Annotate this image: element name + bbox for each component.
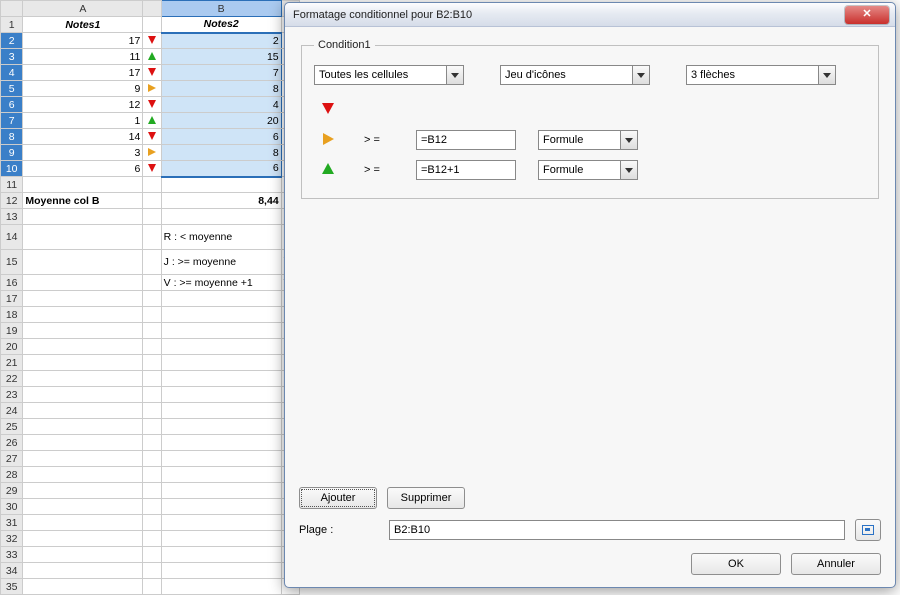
row-header[interactable]: 3 <box>1 49 23 65</box>
cell[interactable]: 4 <box>161 97 281 113</box>
arrow-right-icon <box>143 145 161 161</box>
col-header-Aicon[interactable] <box>143 1 161 17</box>
cell[interactable]: 6 <box>23 161 143 177</box>
style-select[interactable]: Jeu d'icônes <box>500 65 650 85</box>
row-header[interactable]: 6 <box>1 97 23 113</box>
row-header[interactable]: 9 <box>1 145 23 161</box>
arrow-down-icon <box>143 97 161 113</box>
cell[interactable]: 1 <box>23 113 143 129</box>
operator-label: > = <box>364 164 394 176</box>
row-header[interactable]: 4 <box>1 65 23 81</box>
cell[interactable]: 11 <box>23 49 143 65</box>
dialog-titlebar[interactable]: Formatage conditionnel pour B2:B10 ✕ <box>285 3 895 27</box>
row-header[interactable]: 2 <box>1 33 23 49</box>
cell[interactable]: 8 <box>161 81 281 97</box>
avg-value[interactable]: 8,44 <box>161 193 281 209</box>
iconset-select[interactable]: 3 flèches <box>686 65 836 85</box>
cell[interactable]: 6 <box>161 161 281 177</box>
cell[interactable]: 7 <box>161 65 281 81</box>
col-header-B[interactable]: B <box>161 1 281 17</box>
close-icon[interactable]: ✕ <box>845 6 889 24</box>
type2-select[interactable]: Formule <box>538 160 638 180</box>
condition-legend: Condition1 <box>314 39 375 51</box>
arrow-up-icon <box>314 163 342 177</box>
condition-group: Condition1 Toutes les cellules Jeu d'icô… <box>301 39 879 199</box>
add-button[interactable]: Ajouter <box>299 487 377 509</box>
range-label: Plage : <box>299 524 379 536</box>
cell[interactable]: 20 <box>161 113 281 129</box>
corner-cell[interactable] <box>1 1 23 17</box>
arrow-up-icon <box>143 113 161 129</box>
arrow-down-icon <box>143 65 161 81</box>
conditional-format-dialog: Formatage conditionnel pour B2:B10 ✕ Con… <box>284 2 896 588</box>
row-header[interactable]: 10 <box>1 161 23 177</box>
legend-J[interactable]: J : >= moyenne <box>161 250 281 275</box>
row-header[interactable]: 5 <box>1 81 23 97</box>
cell[interactable]: 12 <box>23 97 143 113</box>
arrow-down-icon <box>143 129 161 145</box>
arrow-down-icon <box>143 161 161 177</box>
cell[interactable]: 15 <box>161 49 281 65</box>
operator-label: > = <box>364 134 394 146</box>
cell[interactable]: 14 <box>23 129 143 145</box>
threshold2-input[interactable] <box>416 160 516 180</box>
range-input[interactable] <box>389 520 845 540</box>
arrow-down-icon <box>143 33 161 49</box>
legend-R[interactable]: R : < moyenne <box>161 225 281 250</box>
arrow-right-icon <box>143 81 161 97</box>
cancel-button[interactable]: Annuler <box>791 553 881 575</box>
threshold1-input[interactable] <box>416 130 516 150</box>
arrow-up-icon <box>143 49 161 65</box>
row-header[interactable]: 8 <box>1 129 23 145</box>
spreadsheet-grid: A B 1 Notes1 Notes2 21723111541775986124… <box>0 0 300 595</box>
row-header[interactable]: 1 <box>1 17 23 33</box>
scope-select[interactable]: Toutes les cellules <box>314 65 464 85</box>
cell[interactable]: 2 <box>161 33 281 49</box>
cell[interactable]: 17 <box>23 65 143 81</box>
row-header[interactable]: 7 <box>1 113 23 129</box>
avg-label[interactable]: Moyenne col B <box>23 193 143 209</box>
cell[interactable]: 3 <box>23 145 143 161</box>
delete-button[interactable]: Supprimer <box>387 487 465 509</box>
arrow-right-icon <box>314 133 342 148</box>
cell[interactable]: Notes1 <box>23 17 143 33</box>
cell[interactable]: 9 <box>23 81 143 97</box>
collapse-dialog-icon[interactable] <box>855 519 881 541</box>
arrow-down-icon <box>314 103 342 117</box>
cell[interactable]: 17 <box>23 33 143 49</box>
legend-V[interactable]: V : >= moyenne +1 <box>161 275 281 291</box>
ok-button[interactable]: OK <box>691 553 781 575</box>
dialog-title: Formatage conditionnel pour B2:B10 <box>293 9 845 21</box>
type1-select[interactable]: Formule <box>538 130 638 150</box>
cell[interactable]: 6 <box>161 129 281 145</box>
cell[interactable]: Notes2 <box>161 17 281 33</box>
col-header-A[interactable]: A <box>23 1 143 17</box>
cell[interactable]: 8 <box>161 145 281 161</box>
